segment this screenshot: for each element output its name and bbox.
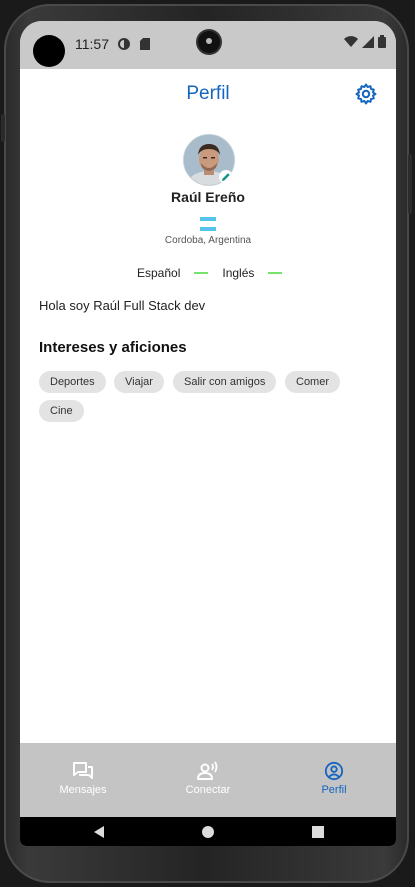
- nav-item-profile[interactable]: Perfil: [274, 761, 394, 796]
- interest-chip[interactable]: Deportes: [39, 371, 106, 393]
- argentina-flag-icon: [200, 217, 216, 231]
- language-list: Español Inglés: [137, 266, 296, 280]
- language-spanish: Español: [137, 266, 181, 280]
- status-time: 11:57: [75, 36, 109, 52]
- bottom-navigation: Mensajes Conectar Perfil: [20, 743, 396, 817]
- volume-button: [408, 154, 412, 214]
- nav-item-messages[interactable]: Mensajes: [23, 761, 143, 796]
- interest-chip[interactable]: Cine: [39, 400, 84, 422]
- interests-title: Intereses y aficiones: [39, 339, 187, 356]
- system-navigation-bar: [20, 817, 396, 846]
- connect-icon: [197, 761, 218, 780]
- page-title: Perfil: [186, 83, 230, 104]
- profile-name: Raúl Ereño: [171, 189, 245, 205]
- screen: 11:57 Perfil Raúl Ereño Cordoba, Argenti…: [20, 21, 396, 846]
- gear-icon: [355, 83, 377, 105]
- profile-icon: [324, 761, 344, 781]
- profile-location: Cordoba, Argentina: [164, 235, 252, 246]
- pencil-icon: [222, 173, 230, 181]
- nav-item-connect[interactable]: Conectar: [148, 761, 268, 796]
- nav-label: Conectar: [185, 784, 231, 796]
- signal-icon: [362, 35, 374, 53]
- data-saver-icon: [118, 37, 130, 55]
- interest-chip[interactable]: Salir con amigos: [173, 371, 277, 393]
- status-bar: 11:57: [20, 21, 396, 69]
- interest-chip[interactable]: Comer: [285, 371, 341, 393]
- side-button: [1, 114, 5, 142]
- nav-label: Perfil: [321, 784, 347, 796]
- home-icon[interactable]: [201, 825, 215, 839]
- front-camera-cutout: [33, 35, 65, 67]
- language-level-bar: [194, 272, 209, 274]
- battery-icon: [378, 35, 386, 53]
- settings-button[interactable]: [354, 82, 378, 106]
- status-icons: [344, 35, 386, 53]
- app-bar: Perfil: [20, 69, 396, 125]
- wifi-icon: [344, 35, 358, 53]
- language-english: Inglés: [222, 266, 255, 280]
- sd-card-icon: [140, 37, 150, 55]
- recents-icon[interactable]: [311, 825, 325, 839]
- chat-icon: [73, 762, 93, 779]
- back-icon[interactable]: [92, 825, 106, 839]
- interest-chip[interactable]: Viajar: [114, 371, 164, 393]
- camera-lens: [198, 31, 220, 53]
- nav-label: Mensajes: [59, 784, 107, 796]
- profile-bio: Hola soy Raúl Full Stack dev: [39, 298, 206, 313]
- language-level-bar: [268, 272, 283, 274]
- edit-photo-button[interactable]: [219, 170, 233, 184]
